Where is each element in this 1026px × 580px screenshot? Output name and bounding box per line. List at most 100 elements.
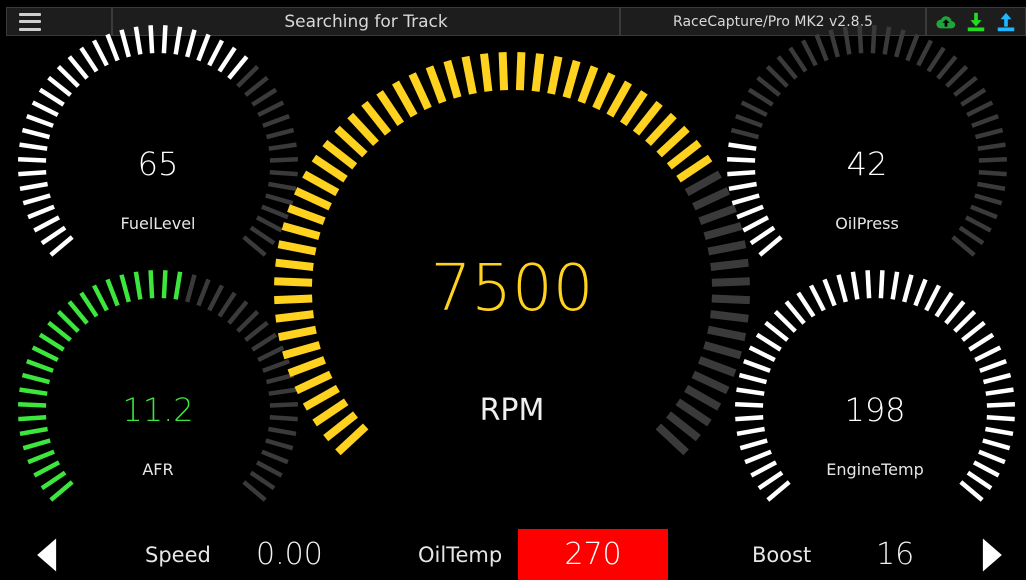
rpm-gauge-tick (293, 187, 332, 211)
oilpress-gauge-tick (958, 225, 985, 246)
oilpress-gauge-tick (756, 75, 781, 97)
enginetemp-gauge-tick (836, 274, 848, 303)
rpm-gauge-tick (461, 55, 477, 95)
enginetemp-gauge-tick (944, 300, 966, 325)
fuel-gauge-tick (19, 181, 48, 192)
rpm-value: 7500 (431, 252, 594, 326)
afr-gauge-tick (26, 358, 54, 373)
rpm-gauge-tick (592, 72, 616, 111)
afr-gauge-tick (22, 438, 51, 451)
afr-gauge-tick (18, 415, 47, 422)
rpm-gauge-tick (703, 222, 743, 241)
rpm-gauge-tick (606, 80, 632, 118)
afr-value: 11.2 (122, 391, 193, 429)
rpm-gauge-tick (361, 100, 392, 136)
fuel-gauge-tick (18, 170, 47, 177)
afr-gauge-tick (244, 320, 269, 342)
fuel-gauge-tick (133, 26, 143, 55)
enginetemp-gauge-tick (953, 310, 977, 333)
oiltemp-label: OilTemp (418, 542, 503, 567)
oilpress-gauge-tick (977, 142, 1006, 151)
enginetemp-gauge-tick (924, 284, 942, 312)
fuel-gauge-tick (207, 39, 225, 67)
afr-gauge-tick (173, 271, 183, 300)
oilpress-gauge-tick (765, 65, 789, 88)
rpm-gauge-tick (281, 222, 321, 241)
fuel-gauge-tick (47, 75, 72, 97)
oilpress-gauge-tick (735, 113, 763, 128)
afr-gauge-tick (40, 470, 67, 491)
rpm-gauge-tick (632, 100, 663, 136)
fuel-gauge-tick (31, 100, 59, 118)
boost-value: 16 (876, 537, 915, 572)
fuel-gauge-tick (217, 46, 237, 73)
speed-value: 0.00 (256, 537, 323, 572)
enginetemp-gauge-tick (755, 332, 782, 352)
rpm-gauge-tick (666, 139, 702, 170)
oilpress-gauge-tick (788, 46, 808, 73)
fuel-gauge-tick (67, 55, 89, 80)
oilpress-gauge-tick (800, 39, 818, 67)
fuel-gauge-tick (38, 87, 65, 107)
fuel-gauge-tick (56, 65, 80, 88)
rpm-gauge-tick (547, 55, 563, 95)
rpm-gauge-tick (275, 258, 314, 271)
rpm-gauge-tick (675, 398, 712, 427)
oilpress-gauge-tick (960, 87, 987, 107)
rpm-gauge-tick (711, 277, 750, 287)
oilpress-gauge-tick (828, 29, 840, 58)
fuel-gauge-tick (269, 170, 298, 177)
fuel-gauge-tick (161, 25, 168, 54)
fuel-gauge-tick (19, 142, 48, 151)
enginetemp-gauge-tick (735, 415, 764, 422)
enginetemp-gauge-tick (979, 358, 1007, 373)
enginetemp-gauge-tick (796, 291, 816, 318)
rpm-gauge-tick (698, 356, 737, 377)
oilpress-gauge-tick (953, 75, 978, 97)
enginetemp-gauge-tick (985, 387, 1014, 396)
fuel-gauge-tick (18, 157, 47, 163)
afr-label: AFR (142, 460, 173, 479)
fuel-gauge-tick (257, 100, 285, 118)
rpm-gauge-tick (323, 411, 358, 442)
fuel-gauge-tick (249, 225, 276, 246)
oilpress-gauge-tick (964, 215, 992, 233)
afr-gauge-tick (261, 449, 289, 465)
rpm-gauge-tick (302, 170, 340, 197)
enginetemp-gauge-tick (743, 358, 771, 373)
enginetemp-gauge-tick (744, 449, 772, 465)
rpm-gauge-tick (684, 384, 722, 411)
oilpress-gauge-tick (728, 142, 757, 151)
enginetemp-gauge-tick (773, 310, 797, 333)
oilpress-gauge-tick (971, 113, 999, 128)
oilpress-gauge-tick (945, 65, 969, 88)
afr-gauge-tick (27, 449, 55, 465)
oilpress-gauge-tick (730, 127, 760, 140)
rpm-gauge-tick (274, 294, 313, 305)
oilpress-gauge-tick (951, 235, 976, 257)
prev-arrow-icon[interactable] (33, 536, 59, 574)
enginetemp-gauge-tick (972, 460, 1000, 478)
enginetemp-gauge-tick (808, 284, 826, 312)
rpm-gauge-tick (277, 325, 317, 342)
enginetemp-gauge-tick (913, 278, 928, 307)
oilpress-gauge-tick (728, 181, 757, 192)
oil-pressure-label: OilPress (835, 214, 899, 233)
fuel-level-label: FuelLevel (121, 214, 196, 233)
next-arrow-icon[interactable] (980, 536, 1006, 574)
enginetemp-gauge-tick (739, 438, 768, 451)
enginetemp-gauge-tick (978, 449, 1006, 465)
rpm-gauge-tick (619, 90, 648, 127)
engine-temp-value: 198 (844, 391, 905, 429)
afr-gauge-tick (262, 358, 290, 373)
afr-gauge-tick (33, 460, 61, 478)
fuel-gauge-tick (148, 25, 155, 54)
oilpress-gauge-tick (894, 29, 906, 58)
enginetemp-gauge-tick (766, 480, 791, 502)
afr-gauge-tick (105, 278, 120, 307)
oilpress-gauge-tick (740, 100, 768, 118)
oilpress-gauge-tick (749, 225, 776, 246)
oilpress-gauge-tick (742, 215, 770, 233)
enginetemp-gauge-tick (735, 402, 764, 408)
fuel-gauge-tick (268, 181, 297, 192)
